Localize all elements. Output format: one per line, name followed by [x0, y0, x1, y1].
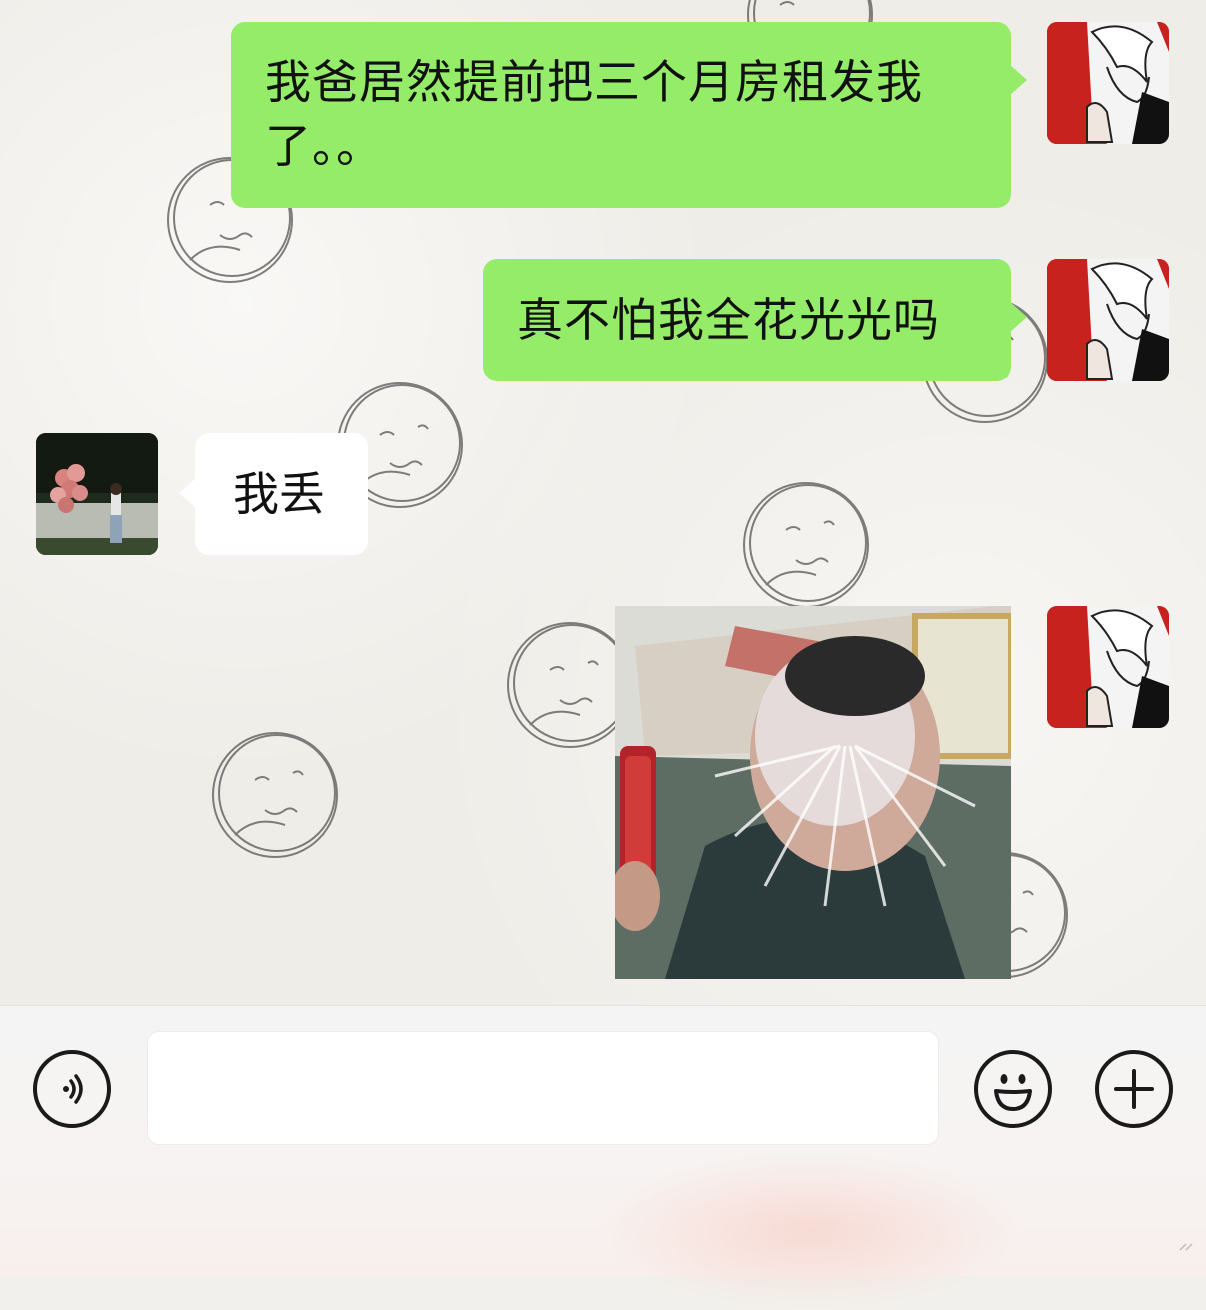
anime-character-avatar-icon: [1047, 259, 1169, 381]
message-text: 真不怕我全花光光吗: [517, 293, 940, 347]
anime-character-avatar-icon: [1047, 22, 1169, 144]
friend-avatar[interactable]: [36, 433, 158, 555]
voice-icon: [63, 1074, 83, 1104]
my-avatar[interactable]: [1047, 22, 1169, 144]
wallpaper-seal-doodle: [212, 732, 338, 858]
message-text: 了。。: [265, 119, 383, 173]
background-glow: [600, 1150, 1020, 1310]
my-avatar[interactable]: [1047, 606, 1169, 728]
emoji-button[interactable]: [974, 1050, 1052, 1128]
message-bubble-received[interactable]: 我丢: [179, 433, 368, 555]
more-options-button[interactable]: [1095, 1050, 1173, 1128]
plus-icon: [1114, 1069, 1154, 1109]
chat-message-area[interactable]: 我爸居然提前把三个月房租发我 了。。 真不怕我全花光光吗 我丢: [0, 0, 1206, 1005]
message-input[interactable]: [147, 1031, 939, 1145]
message-bubble-sent[interactable]: 真不怕我全花光光吗: [483, 259, 1027, 381]
message-text: 我爸居然提前把三个月房租发我: [265, 55, 923, 109]
resize-grip-icon: [1179, 1243, 1193, 1251]
my-avatar[interactable]: [1047, 259, 1169, 381]
message-text: 我丢: [233, 467, 325, 521]
face-splash-sticker-icon: [615, 606, 1011, 979]
voice-button[interactable]: [33, 1050, 111, 1128]
anime-character-avatar-icon: [1047, 606, 1169, 728]
message-bubble-sent[interactable]: 我爸居然提前把三个月房租发我 了。。: [231, 22, 1027, 208]
emoji-icon: [994, 1074, 1032, 1111]
sticker-message[interactable]: [615, 606, 1011, 979]
balloon-girl-avatar-icon: [36, 433, 158, 555]
wallpaper-seal-doodle: [743, 482, 869, 608]
